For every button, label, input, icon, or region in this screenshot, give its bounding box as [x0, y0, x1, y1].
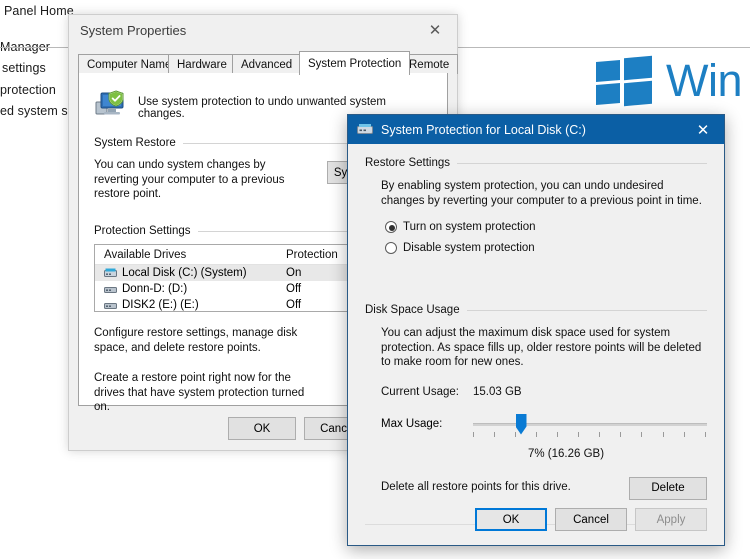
system-properties-title: System Properties [80, 23, 186, 38]
max-usage-label: Max Usage: [381, 412, 473, 430]
restore-settings-group-title: Restore Settings [365, 157, 707, 169]
restore-settings-group: Restore Settings By enabling system prot… [365, 157, 707, 254]
system-protection-button-bar: OK Cancel Apply [348, 508, 707, 531]
system-restore-description: You can undo system changes by reverting… [94, 158, 308, 202]
radio-label: Turn on system protection [403, 221, 536, 233]
tab-advanced[interactable]: Advanced [232, 54, 301, 74]
system-properties-titlebar[interactable]: System Properties ✕ [69, 15, 457, 46]
restore-settings-description: By enabling system protection, you can u… [381, 179, 703, 208]
ok-button[interactable]: OK [475, 508, 547, 531]
slider-ticks [473, 432, 707, 438]
protection-cell: Off [278, 283, 301, 295]
radio-icon [385, 242, 397, 254]
delete-description: Delete all restore points for this drive… [381, 481, 571, 493]
radio-disable-system-protection[interactable]: Disable system protection [385, 242, 707, 254]
windows-logo-icon [596, 55, 652, 105]
disk-space-usage-group-label: Disk Space Usage [365, 304, 460, 316]
radio-turn-on-system-protection[interactable]: Turn on system protection [385, 221, 707, 233]
disk-space-usage-group-title: Disk Space Usage [365, 304, 707, 316]
drive-icon [104, 284, 117, 294]
configure-description: Configure restore settings, manage disk … [94, 326, 308, 355]
current-usage-value: 15.03 GB [473, 386, 522, 398]
protection-cell: On [278, 267, 301, 279]
drive-cell: Local Disk (C:) (System) [95, 267, 278, 279]
windows-brand: Win [596, 55, 742, 105]
tab-hardware[interactable]: Hardware [168, 54, 236, 74]
drive-icon [104, 300, 117, 310]
tab-computer-name[interactable]: Computer Name [78, 54, 180, 74]
system-protection-dialog: System Protection for Local Disk (C:) ✕ … [347, 114, 725, 546]
system-protection-titlebar[interactable]: System Protection for Local Disk (C:) ✕ [348, 115, 724, 144]
drive-label: DISK2 (E:) (E:) [122, 299, 199, 311]
apply-button: Apply [635, 508, 707, 531]
disk-space-usage-group: Disk Space Usage You can adjust the maxi… [365, 304, 707, 525]
slider-value-label: 7% (16.26 GB) [365, 448, 707, 460]
restore-settings-group-label: Restore Settings [365, 157, 450, 169]
max-usage-slider[interactable] [473, 412, 707, 438]
drive-cell: Donn-D: (D:) [95, 283, 278, 295]
protection-settings-group-label: Protection Settings [94, 225, 191, 237]
create-description: Create a restore point right now for the… [94, 371, 308, 415]
close-icon[interactable]: ✕ [413, 15, 457, 45]
disk-space-usage-description: You can adjust the maximum disk space us… [381, 326, 709, 370]
drive-label: Donn-D: (D:) [122, 283, 187, 295]
system-protection-title: System Protection for Local Disk (C:) [381, 123, 586, 137]
cancel-button[interactable]: Cancel [555, 508, 627, 531]
system-restore-group-label: System Restore [94, 137, 176, 149]
drive-label: Local Disk (C:) (System) [122, 267, 247, 279]
close-icon[interactable]: ✕ [682, 115, 724, 144]
drive-cell: DISK2 (E:) (E:) [95, 299, 278, 311]
radio-icon [385, 221, 397, 233]
delete-row: Delete all restore points for this drive… [381, 480, 707, 506]
system-protection-content: Restore Settings By enabling system prot… [348, 144, 724, 545]
system-protection-shield-icon [94, 89, 128, 119]
sidebar-link-remote-settings[interactable]: settings [2, 61, 46, 75]
screen: Panel Home Manager settings protection e… [0, 0, 750, 559]
column-header-protection: Protection [278, 249, 338, 261]
group-rule [467, 310, 707, 311]
tab-system-protection[interactable]: System Protection [299, 51, 410, 75]
windows-brand-text: Win [666, 58, 742, 103]
delete-button[interactable]: Delete [629, 477, 707, 500]
system-properties-tabstrip: Computer Name Hardware Advanced System P… [78, 51, 448, 74]
current-usage-row: Current Usage: 15.03 GB [381, 386, 707, 398]
sidebar-link-system-protection[interactable]: protection [0, 83, 56, 97]
system-drive-icon [104, 268, 117, 278]
column-header-available-drives: Available Drives [95, 249, 278, 261]
group-rule [457, 163, 707, 164]
radio-label: Disable system protection [403, 242, 535, 254]
max-usage-row: Max Usage: [381, 412, 707, 438]
sidebar-link-control-panel-home[interactable]: Panel Home [4, 4, 74, 18]
current-usage-label: Current Usage: [381, 386, 473, 398]
slider-track [473, 423, 707, 426]
ok-button[interactable]: OK [228, 417, 296, 440]
protection-cell: Off [278, 299, 301, 311]
drive-icon [357, 123, 373, 136]
